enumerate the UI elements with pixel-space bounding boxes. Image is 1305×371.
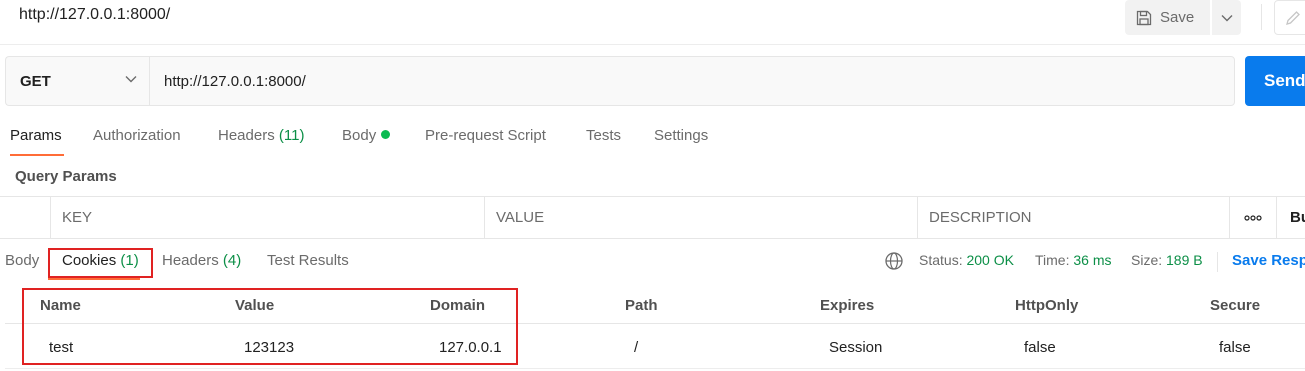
column-description: DESCRIPTION bbox=[917, 197, 1229, 238]
status-value: 200 OK bbox=[966, 252, 1014, 268]
time-info: Time: 36 ms bbox=[1035, 252, 1112, 268]
method-select[interactable]: GET bbox=[5, 56, 149, 106]
save-response-button[interactable]: Save Resp bbox=[1232, 252, 1305, 269]
tab-settings-label: Settings bbox=[654, 127, 709, 144]
save-icon bbox=[1136, 10, 1152, 25]
active-response-tab-indicator bbox=[48, 278, 140, 280]
params-table-header: KEY VALUE DESCRIPTION Bu bbox=[0, 196, 1305, 239]
cookies-table-highlight bbox=[22, 288, 518, 365]
more-horizontal-icon bbox=[1244, 214, 1262, 221]
tab-pre-request-script[interactable]: Pre-request Script bbox=[425, 127, 546, 144]
response-tab-test-results-label: Test Results bbox=[267, 252, 349, 269]
body-indicator-dot bbox=[381, 130, 391, 139]
url-input[interactable]: http://127.0.0.1:8000/ bbox=[149, 56, 1235, 106]
request-title: http://127.0.0.1:8000/ bbox=[19, 6, 171, 23]
tab-authorization-label: Authorization bbox=[93, 127, 181, 144]
cookie-column-httponly: HttpOnly bbox=[1015, 297, 1079, 314]
column-value: VALUE bbox=[484, 197, 917, 238]
tab-headers-count: (11) bbox=[278, 127, 305, 144]
save-button[interactable]: Save bbox=[1125, 0, 1210, 35]
size-info: Size: 189 B bbox=[1131, 252, 1203, 268]
response-tab-body-label: Body bbox=[5, 252, 40, 269]
tab-body[interactable]: Body bbox=[342, 127, 391, 144]
globe-icon[interactable] bbox=[884, 251, 904, 271]
tab-authorization[interactable]: Authorization bbox=[93, 127, 181, 144]
tab-tests[interactable]: Tests bbox=[586, 127, 621, 144]
header-divider bbox=[0, 44, 1305, 45]
cookie-secure-cell: false bbox=[1219, 339, 1251, 356]
edit-button[interactable] bbox=[1274, 0, 1305, 35]
size-value: 189 B bbox=[1166, 252, 1203, 268]
tab-params-label: Params bbox=[10, 127, 62, 144]
status-separator bbox=[1217, 252, 1218, 272]
status-info: Status: 200 OK bbox=[919, 252, 1014, 268]
response-tab-headers-count: (4) bbox=[222, 252, 242, 269]
tab-pre-request-script-label: Pre-request Script bbox=[425, 127, 546, 144]
tab-body-label: Body bbox=[342, 127, 377, 144]
toolbar-separator bbox=[1261, 4, 1262, 30]
response-tab-headers[interactable]: Headers (4) bbox=[162, 252, 241, 269]
tab-params[interactable]: Params bbox=[10, 127, 62, 144]
tab-headers-label: Headers bbox=[218, 127, 275, 144]
cookie-httponly-cell: false bbox=[1024, 339, 1056, 356]
column-key: KEY bbox=[50, 197, 484, 238]
cookie-expires-cell: Session bbox=[829, 339, 883, 356]
save-options-button[interactable] bbox=[1211, 0, 1241, 35]
time-label: Time: bbox=[1035, 252, 1070, 268]
cookies-tab-highlight bbox=[48, 248, 153, 278]
cookie-column-expires: Expires bbox=[820, 297, 875, 314]
cookie-column-secure: Secure bbox=[1210, 297, 1261, 314]
more-options-button[interactable] bbox=[1229, 197, 1276, 238]
response-tab-test-results[interactable]: Test Results bbox=[267, 252, 349, 269]
pencil-icon bbox=[1286, 10, 1300, 25]
size-label: Size: bbox=[1131, 252, 1163, 268]
response-tab-headers-label: Headers bbox=[162, 252, 219, 269]
tab-settings[interactable]: Settings bbox=[654, 127, 708, 144]
save-button-label: Save bbox=[1160, 9, 1195, 26]
url-value: http://127.0.0.1:8000/ bbox=[164, 72, 306, 90]
save-group: Save bbox=[1125, 0, 1241, 35]
row-divider bbox=[5, 368, 1305, 369]
tab-headers[interactable]: Headers (11) bbox=[218, 127, 304, 144]
cookie-column-path: Path bbox=[625, 297, 658, 314]
send-button[interactable]: Send bbox=[1245, 56, 1305, 106]
chevron-down-icon bbox=[1221, 14, 1232, 21]
response-tab-body[interactable]: Body bbox=[5, 252, 39, 269]
bulk-edit-button[interactable]: Bu bbox=[1276, 197, 1305, 238]
time-value: 36 ms bbox=[1073, 252, 1112, 268]
tab-tests-label: Tests bbox=[586, 127, 622, 144]
cookie-path-cell: / bbox=[634, 339, 639, 356]
active-tab-indicator bbox=[10, 154, 64, 156]
method-value: GET bbox=[20, 72, 51, 90]
query-params-title: Query Params bbox=[15, 168, 117, 185]
status-label: Status: bbox=[919, 252, 963, 268]
chevron-down-icon bbox=[125, 76, 137, 83]
